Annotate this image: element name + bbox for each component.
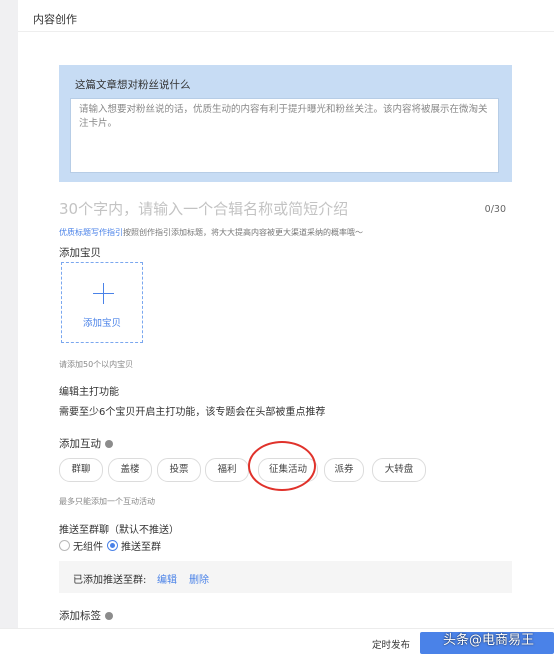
add-product-button[interactable]: 添加宝贝 (61, 262, 143, 343)
add-product-label: 添加宝贝 (59, 247, 101, 259)
feature-description: 需要至少6个宝贝开启主打功能，该专题会在头部被重点推荐 (59, 407, 326, 418)
highlight-circle-annotation (248, 441, 316, 491)
chip-lucky-wheel[interactable]: 大转盘 (372, 458, 426, 482)
left-gutter (0, 0, 18, 658)
title-guide-text: 按照创作指引添加标题，将大大提高内容被更大渠道采纳的概率哦～ (123, 228, 363, 237)
push-radio-group: 无组件 推送至群 (59, 538, 165, 553)
schedule-publish-button[interactable]: 定时发布 (372, 637, 410, 651)
title-divider (18, 31, 554, 32)
add-tag-text: 添加标签 (59, 610, 101, 622)
title-guide-link[interactable]: 优质标题写作指引 (59, 228, 123, 237)
page-title: 内容创作 (33, 13, 77, 26)
push-to-group-label: 推送至群聊（默认不推送） (59, 525, 179, 536)
add-tag-label: 添加标签 (59, 608, 113, 623)
interaction-limit-hint: 最多只能添加一个互动活动 (59, 497, 155, 506)
add-product-text: 添加宝贝 (82, 318, 121, 329)
title-guide-line: 优质标题写作指引按照创作指引添加标题，将大大提高内容被更大渠道采纳的概率哦～ (59, 227, 363, 238)
fan-message-label: 这篇文章想对粉丝说什么 (75, 79, 191, 91)
radio-push-to-group[interactable] (107, 540, 118, 551)
chip-group-chat[interactable]: 群聊 (59, 458, 103, 482)
push-edit-link[interactable]: 编辑 (157, 571, 177, 586)
fan-message-section: 这篇文章想对粉丝说什么 请输入想要对粉丝说的话，优质生动的内容有利于提升曝光和粉… (59, 65, 512, 182)
add-interaction-label: 添加互动 (59, 436, 113, 451)
content-panel: 内容创作 这篇文章想对粉丝说什么 请输入想要对粉丝说的话，优质生动的内容有利于提… (18, 0, 554, 628)
headline-char-counter: 0/30 (484, 204, 506, 215)
push-status-text: 已添加推送至群: (73, 575, 147, 586)
push-status-bar: 已添加推送至群: 编辑 删除 (59, 561, 512, 593)
chip-welfare[interactable]: 福利 (205, 458, 249, 482)
add-interaction-text: 添加互动 (59, 438, 101, 450)
watermark-text: 头条@电商易王 (443, 633, 535, 648)
chip-coupon[interactable]: 派券 (324, 458, 364, 482)
headline-input[interactable]: 30个字内，请输入一个合辑名称或简短介绍 (59, 198, 469, 219)
product-limit-hint: 请添加50个以内宝贝 (59, 360, 134, 369)
fan-message-textarea[interactable]: 请输入想要对粉丝说的话，优质生动的内容有利于提升曝光和粉丝关注。该内容将被展示在… (70, 98, 499, 173)
help-icon[interactable] (105, 612, 113, 620)
radio-push-to-group-label: 推送至群 (121, 542, 161, 553)
plus-icon (93, 283, 114, 304)
help-icon[interactable] (105, 440, 113, 448)
feature-title: 编辑主打功能 (59, 387, 119, 398)
radio-no-component[interactable] (59, 540, 70, 551)
radio-no-component-label: 无组件 (73, 542, 103, 553)
chip-building[interactable]: 盖楼 (108, 458, 152, 482)
chip-vote[interactable]: 投票 (157, 458, 201, 482)
push-delete-link[interactable]: 删除 (189, 571, 209, 586)
